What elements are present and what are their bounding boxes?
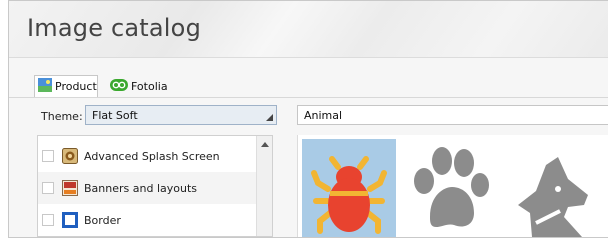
list-item[interactable]: Advanced Splash Screen xyxy=(38,140,258,172)
category-checkbox[interactable] xyxy=(42,182,54,194)
paw-icon xyxy=(402,147,496,237)
theme-select-value: Flat Soft xyxy=(92,109,138,122)
gallery-item[interactable] xyxy=(302,139,396,237)
search-input[interactable]: Animal xyxy=(297,105,608,125)
fotolia-icon xyxy=(110,78,128,95)
dropdown-arrow-icon xyxy=(266,114,273,121)
bug-icon xyxy=(302,156,396,237)
list-item[interactable]: Border xyxy=(38,204,258,236)
category-checkbox[interactable] xyxy=(42,214,54,226)
category-checkbox[interactable] xyxy=(42,150,54,162)
gallery-item[interactable] xyxy=(402,139,496,237)
category-list: Advanced Splash Screen Banners and layou… xyxy=(37,135,273,237)
search-value: Animal xyxy=(304,109,343,122)
list-item[interactable]: Banners and layouts xyxy=(38,172,258,204)
scroll-up-icon[interactable] xyxy=(261,142,269,147)
gallery-item[interactable] xyxy=(502,139,596,237)
list-item-label: Banners and layouts xyxy=(84,181,197,195)
dog-icon xyxy=(502,157,596,237)
tab-fotolia-label: Fotolia xyxy=(131,79,168,93)
list-item-label: Border xyxy=(84,213,121,227)
window-title: Image catalog xyxy=(27,14,201,42)
image-gallery xyxy=(297,135,608,237)
tab-product[interactable]: Product xyxy=(34,75,98,97)
theme-select[interactable]: Flat Soft xyxy=(85,105,277,125)
tab-fotolia[interactable]: Fotolia xyxy=(110,75,180,97)
tab-product-label: Product xyxy=(55,80,97,93)
list-scrollbar[interactable] xyxy=(256,136,272,236)
splash-screen-icon xyxy=(62,148,78,164)
list-item-label: Advanced Splash Screen xyxy=(84,149,220,163)
product-icon xyxy=(38,78,52,95)
theme-label: Theme: xyxy=(41,110,83,123)
tab-divider xyxy=(9,97,608,98)
border-icon xyxy=(62,212,78,228)
image-catalog-window: Image catalog Product Fotolia Theme: Fla… xyxy=(8,0,608,238)
banner-icon xyxy=(62,180,78,196)
window-header: Image catalog xyxy=(9,1,608,58)
